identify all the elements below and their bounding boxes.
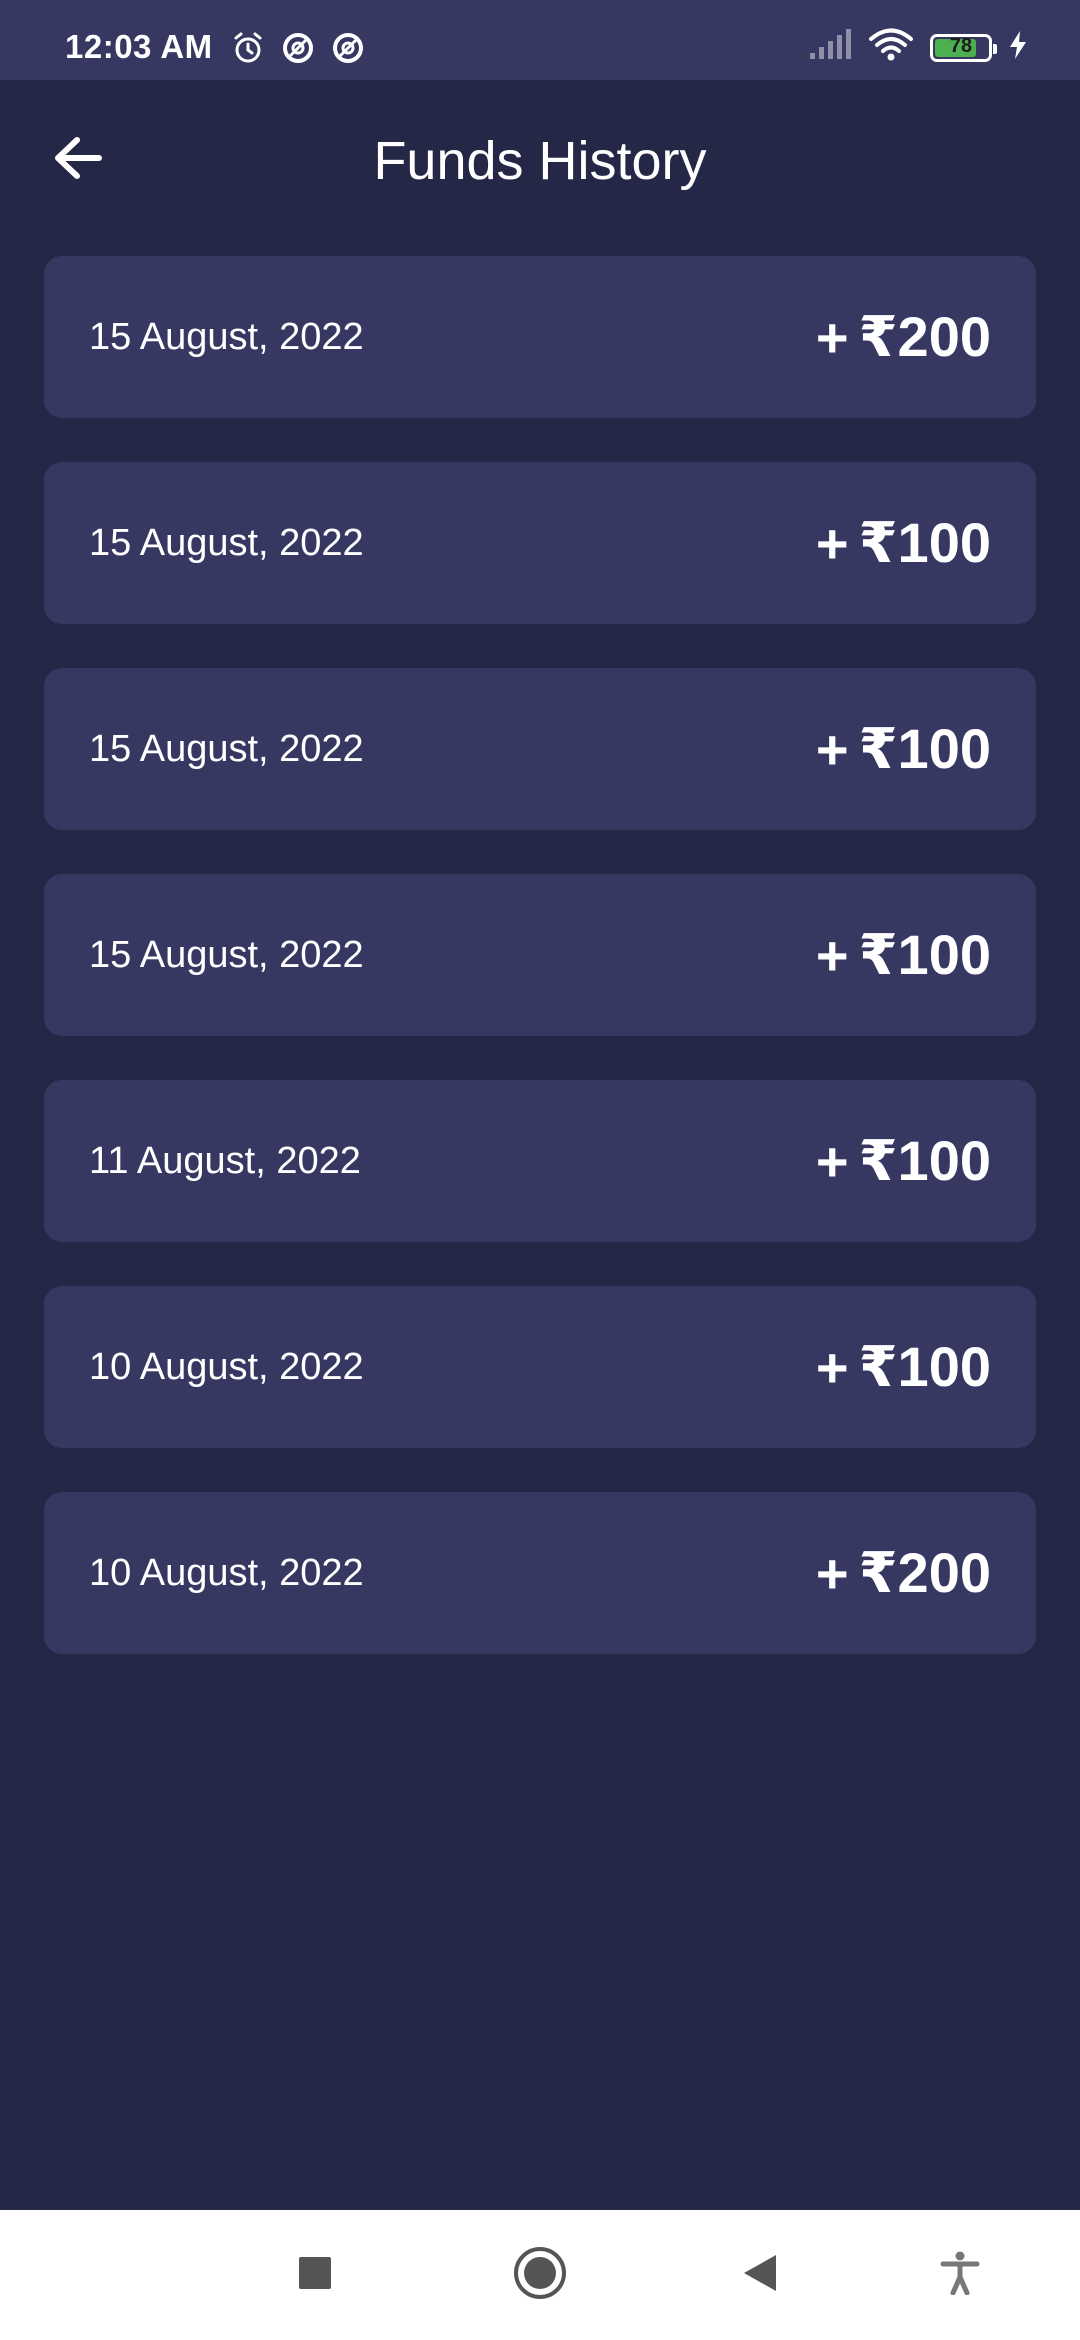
home-button[interactable] xyxy=(490,2210,590,2340)
signal-icon xyxy=(808,29,852,66)
data-saver-icon xyxy=(280,30,316,66)
fund-entry[interactable]: 15 August, 2022 + ₹200 xyxy=(44,256,1036,418)
status-system-icons: 78 xyxy=(808,28,1028,67)
fund-amount-value: ₹100 xyxy=(858,923,991,986)
fund-entry[interactable]: 15 August, 2022 + ₹100 xyxy=(44,874,1036,1036)
system-nav-bar xyxy=(0,2210,1080,2340)
app-header: Funds History xyxy=(0,80,1080,250)
fund-amount: + ₹200 xyxy=(816,1540,991,1606)
alarm-icon xyxy=(230,30,266,66)
fund-date: 10 August, 2022 xyxy=(89,1551,364,1594)
back-icon xyxy=(742,2253,778,2298)
plus-sign: + xyxy=(815,717,849,781)
fund-amount-value: ₹100 xyxy=(858,1335,991,1398)
fund-amount: + ₹100 xyxy=(816,510,991,576)
fund-date: 15 August, 2022 xyxy=(89,933,364,976)
battery-level-text: 78 xyxy=(949,34,973,57)
fund-amount: + ₹100 xyxy=(816,1128,991,1194)
back-nav-button[interactable] xyxy=(710,2210,810,2340)
plus-sign: + xyxy=(815,1129,849,1193)
fund-amount: + ₹100 xyxy=(816,1334,991,1400)
fund-entry[interactable]: 10 August, 2022 + ₹200 xyxy=(44,1492,1036,1654)
accessibility-button[interactable] xyxy=(910,2210,1010,2340)
fund-date: 15 August, 2022 xyxy=(89,521,364,564)
fund-amount-value: ₹200 xyxy=(858,1541,991,1604)
plus-sign: + xyxy=(815,511,849,575)
data-saver-icon xyxy=(330,30,366,66)
fund-amount-value: ₹100 xyxy=(858,1129,991,1192)
status-notification-icons xyxy=(230,30,366,66)
status-time: 12:03 AM xyxy=(65,28,213,65)
fund-entry[interactable]: 11 August, 2022 + ₹100 xyxy=(44,1080,1036,1242)
fund-amount: + ₹200 xyxy=(816,304,991,370)
plus-sign: + xyxy=(815,923,849,987)
charging-icon xyxy=(1008,30,1028,65)
fund-amount-value: ₹200 xyxy=(858,305,991,368)
plus-sign: + xyxy=(815,305,849,369)
home-icon xyxy=(513,2246,567,2305)
battery-tip xyxy=(993,43,997,54)
plus-sign: + xyxy=(815,1335,849,1399)
fund-amount: + ₹100 xyxy=(816,716,991,782)
fund-date: 10 August, 2022 xyxy=(89,1345,364,1388)
fund-date: 15 August, 2022 xyxy=(89,315,364,358)
fund-date: 15 August, 2022 xyxy=(89,727,364,770)
fund-date: 11 August, 2022 xyxy=(89,1139,361,1182)
battery-icon: 78 xyxy=(930,33,997,62)
wifi-icon xyxy=(868,28,914,67)
fund-amount-value: ₹100 xyxy=(858,511,991,574)
page-title: Funds History xyxy=(373,131,707,191)
fund-amount-value: ₹100 xyxy=(858,717,991,780)
accessibility-icon xyxy=(940,2251,980,2300)
fund-entry[interactable]: 15 August, 2022 + ₹100 xyxy=(44,462,1036,624)
fund-entry[interactable]: 15 August, 2022 + ₹100 xyxy=(44,668,1036,830)
funds-history-list: 15 August, 2022 + ₹200 15 August, 2022 +… xyxy=(44,256,1036,1698)
plus-sign: + xyxy=(815,1541,849,1605)
recents-icon xyxy=(298,2256,332,2295)
recents-button[interactable] xyxy=(265,2210,365,2340)
fund-amount: + ₹100 xyxy=(816,922,991,988)
status-bar: 12:03 AM 78 xyxy=(0,0,1080,80)
fund-entry[interactable]: 10 August, 2022 + ₹100 xyxy=(44,1286,1036,1448)
